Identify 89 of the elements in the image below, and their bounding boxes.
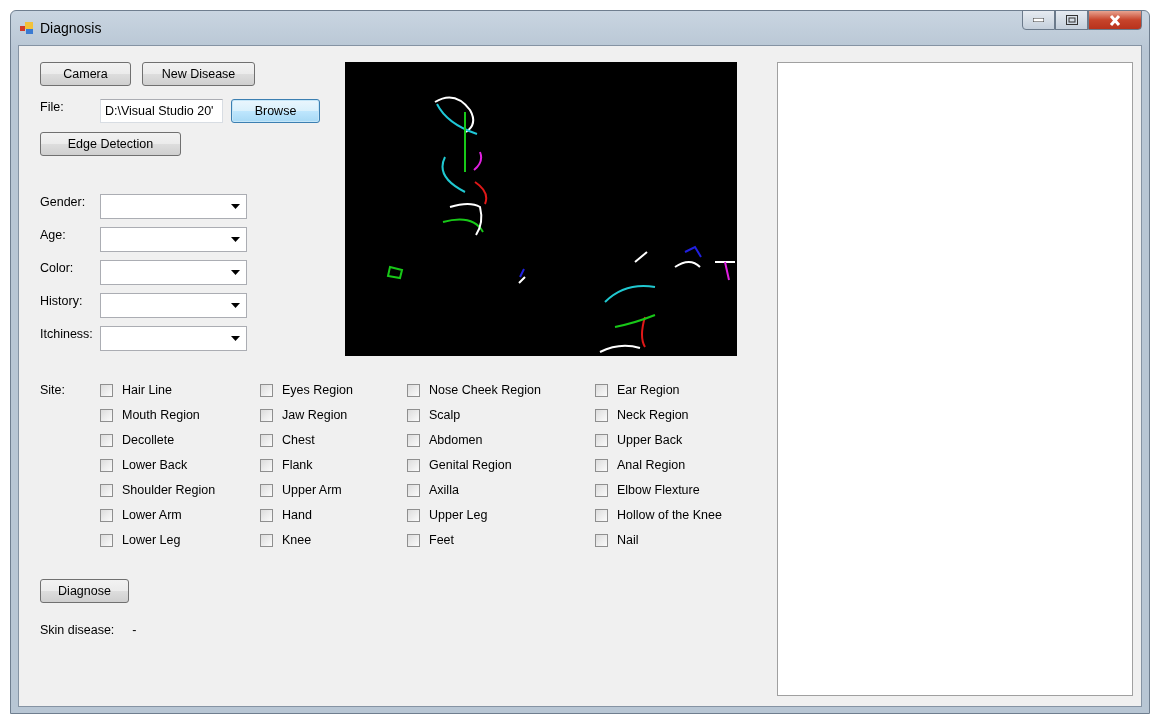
checkbox-label: Neck Region	[617, 408, 689, 422]
site-label: Site:	[40, 383, 66, 397]
checkbox[interactable]	[260, 458, 273, 472]
checkbox[interactable]	[407, 508, 420, 522]
checkbox-label: Hand	[282, 508, 312, 522]
caret-icon	[231, 204, 240, 209]
maximize-button[interactable]	[1055, 10, 1088, 30]
result-value: -	[132, 623, 137, 637]
dropdown-field[interactable]	[100, 260, 247, 285]
checkbox-label: Anal Region	[617, 458, 686, 472]
checkbox-label: Elbow Flexture	[617, 483, 700, 497]
checkbox-label: Flank	[282, 458, 313, 472]
dropdown-field[interactable]	[100, 227, 247, 252]
result-label: Skin disease:	[40, 623, 115, 637]
checkbox[interactable]	[407, 383, 420, 397]
checkbox[interactable]	[100, 533, 113, 547]
close-icon	[1109, 14, 1121, 26]
checkbox-label: Mouth Region	[122, 408, 200, 422]
checkbox-label: Lower Back	[122, 458, 188, 472]
checkbox-label: Hollow of the Knee	[617, 508, 722, 522]
browse-button[interactable]: Browse	[231, 99, 320, 123]
field-label: Color:	[40, 261, 75, 275]
checkbox[interactable]	[407, 533, 420, 547]
maximize-icon	[1065, 15, 1078, 25]
checkbox-label: Hair Line	[122, 383, 173, 397]
minimize-icon	[1033, 18, 1044, 22]
checkbox-label: Upper Back	[617, 433, 683, 447]
checkbox[interactable]	[260, 433, 273, 447]
checkbox[interactable]	[595, 433, 608, 447]
checkbox[interactable]	[407, 483, 420, 497]
window-title: Diagnosis	[40, 20, 102, 36]
field-label: Age:	[40, 228, 67, 242]
checkbox-label: Feet	[429, 533, 454, 547]
caret-icon	[231, 303, 240, 308]
camera-button[interactable]: Camera	[40, 62, 131, 86]
dropdown-field[interactable]	[100, 293, 247, 318]
checkbox[interactable]	[100, 408, 113, 422]
checkbox-label: Nose Cheek Region	[429, 383, 541, 397]
checkbox[interactable]	[595, 533, 608, 547]
diagnose-button[interactable]: Diagnose	[40, 579, 129, 603]
caret-icon	[231, 237, 240, 242]
checkbox[interactable]	[100, 483, 113, 497]
checkbox-label: Decollete	[122, 433, 175, 447]
close-button[interactable]	[1088, 10, 1142, 30]
dropdown-field[interactable]	[100, 326, 247, 351]
checkbox-label: Knee	[282, 533, 312, 547]
minimize-button[interactable]	[1022, 10, 1055, 30]
checkbox-label: Genital Region	[429, 458, 512, 472]
checkbox[interactable]	[260, 533, 273, 547]
checkbox[interactable]	[407, 458, 420, 472]
checkbox[interactable]	[100, 383, 113, 397]
checkbox[interactable]	[260, 383, 273, 397]
checkbox-label: Nail	[617, 533, 639, 547]
field-label: Itchiness:	[40, 327, 94, 341]
checkbox-label: Axilla	[429, 483, 459, 497]
checkbox-label: Upper Leg	[429, 508, 488, 522]
checkbox[interactable]	[595, 383, 608, 397]
file-label: File:	[40, 100, 65, 114]
checkbox[interactable]	[260, 508, 273, 522]
checkbox[interactable]	[407, 433, 420, 447]
caret-icon	[231, 270, 240, 275]
app-icon	[20, 21, 34, 35]
checkbox-label: Upper Arm	[282, 483, 342, 497]
checkbox-label: Scalp	[429, 408, 461, 422]
field-label: History:	[40, 294, 84, 308]
checkbox[interactable]	[260, 483, 273, 497]
checkbox[interactable]	[595, 408, 608, 422]
checkbox-label: Lower Leg	[122, 533, 181, 547]
file-path-field[interactable]: D:\Visual Studio 20'	[100, 99, 223, 123]
field-label: Gender:	[40, 195, 87, 209]
checkbox[interactable]	[100, 458, 113, 472]
dropdown-field[interactable]	[100, 194, 247, 219]
new-disease-button[interactable]: New Disease	[142, 62, 255, 86]
checkbox-label: Shoulder Region	[122, 483, 216, 497]
checkbox[interactable]	[100, 508, 113, 522]
edge-detection-button[interactable]: Edge Detection	[40, 132, 181, 156]
checkbox-label: Chest	[282, 433, 315, 447]
checkbox-label: Jaw Region	[282, 408, 348, 422]
checkbox-label: Ear Region	[617, 383, 680, 397]
checkbox[interactable]	[595, 458, 608, 472]
checkbox[interactable]	[100, 433, 113, 447]
checkbox-label: Lower Arm	[122, 508, 182, 522]
checkbox[interactable]	[407, 408, 420, 422]
checkbox[interactable]	[260, 408, 273, 422]
checkbox[interactable]	[595, 483, 608, 497]
checkbox[interactable]	[595, 508, 608, 522]
checkbox-label: Abdomen	[429, 433, 483, 447]
checkbox-label: Eyes Region	[282, 383, 353, 397]
caret-icon	[231, 336, 240, 341]
